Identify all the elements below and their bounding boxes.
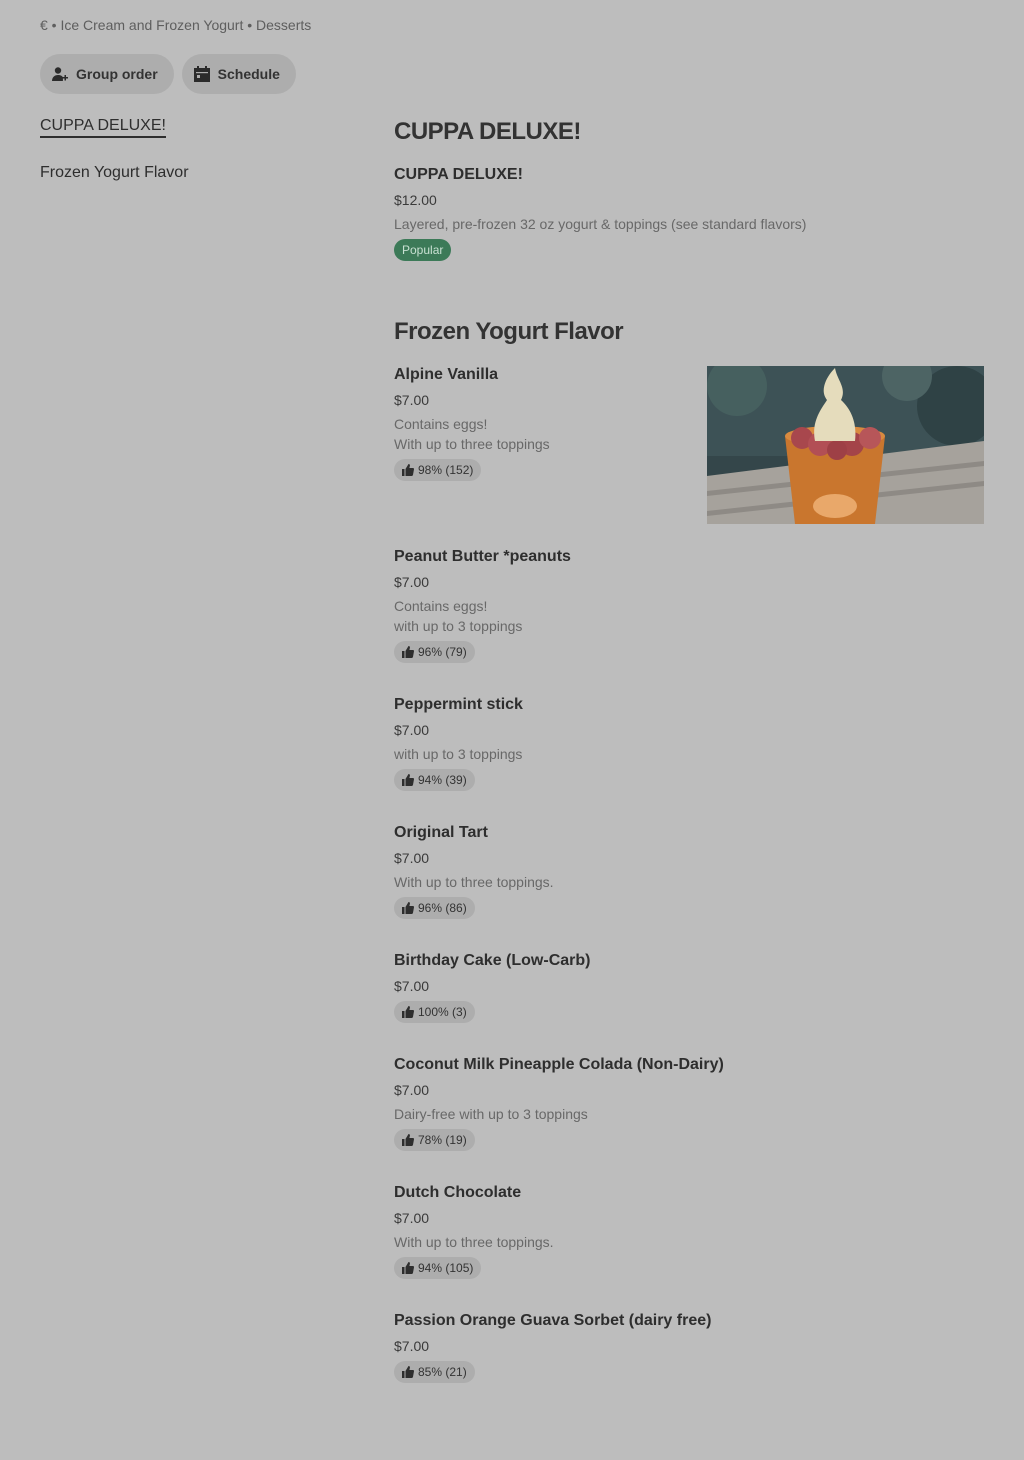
thumbs-up-icon bbox=[402, 1262, 414, 1274]
item-name: Passion Orange Guava Sorbet (dairy free) bbox=[394, 1312, 712, 1329]
section-title-cuppa-deluxe: CUPPA DELUXE! bbox=[394, 118, 581, 145]
item-description-line: with up to 3 toppings bbox=[394, 618, 523, 634]
frozen-yogurt-photo bbox=[707, 366, 984, 524]
rating-text: 96% (86) bbox=[418, 901, 467, 915]
item-description-line: Dairy-free with up to 3 toppings bbox=[394, 1106, 588, 1122]
item-name: Peppermint stick bbox=[394, 696, 523, 713]
rating-text: 100% (3) bbox=[418, 1005, 467, 1019]
item-description-line: Contains eggs! bbox=[394, 416, 488, 432]
item-name: Dutch Chocolate bbox=[394, 1184, 522, 1201]
schedule-label: Schedule bbox=[217, 66, 280, 82]
item-photo-alpine-vanilla[interactable] bbox=[707, 366, 984, 524]
menu-item[interactable]: Alpine Vanilla $7.00 Contains eggs! With… bbox=[394, 365, 694, 481]
rating-badge: 78% (19) bbox=[394, 1129, 475, 1151]
item-description: With up to three toppings. bbox=[394, 1232, 984, 1252]
rating-text: 85% (21) bbox=[418, 1365, 467, 1379]
rating-badge: 100% (3) bbox=[394, 1001, 475, 1023]
menu-item[interactable]: Peanut Butter *peanuts $7.00 Contains eg… bbox=[394, 547, 984, 663]
item-name: Alpine Vanilla bbox=[394, 366, 499, 383]
rating-badge: 94% (105) bbox=[394, 1257, 482, 1279]
thumbs-up-icon bbox=[402, 1134, 414, 1146]
item-price: $7.00 bbox=[394, 978, 430, 994]
item-description-line: Contains eggs! bbox=[394, 598, 488, 614]
item-price: $7.00 bbox=[394, 574, 430, 590]
rating-badge: 85% (21) bbox=[394, 1361, 475, 1383]
item-price: $7.00 bbox=[394, 1338, 430, 1354]
add-person-icon bbox=[52, 67, 68, 81]
store-meta: € • Ice Cream and Frozen Yogurt • Desser… bbox=[40, 17, 312, 33]
menu-item[interactable]: Birthday Cake (Low-Carb) $7.00 100% (3) bbox=[394, 951, 984, 1023]
item-description: Contains eggs! With up to three toppings bbox=[394, 414, 694, 454]
menu-sidebar: CUPPA DELUXE! Frozen Yogurt Flavor bbox=[40, 117, 340, 182]
rating-text: 78% (19) bbox=[418, 1133, 467, 1147]
item-price: $7.00 bbox=[394, 1210, 430, 1226]
rating-badge: 96% (86) bbox=[394, 897, 475, 919]
thumbs-up-icon bbox=[402, 1366, 414, 1378]
item-price: $7.00 bbox=[394, 392, 430, 408]
item-name: Birthday Cake (Low-Carb) bbox=[394, 952, 591, 969]
item-description-line: With up to three toppings. bbox=[394, 1234, 554, 1250]
store-actions: Group order Schedule bbox=[40, 54, 296, 94]
thumbs-up-icon bbox=[402, 1006, 414, 1018]
item-name: Original Tart bbox=[394, 824, 488, 841]
item-name: CUPPA DELUXE! bbox=[394, 166, 523, 183]
rating-text: 94% (105) bbox=[418, 1261, 474, 1275]
item-name: Peanut Butter *peanuts bbox=[394, 548, 571, 565]
sidebar-item-cuppa-deluxe[interactable]: CUPPA DELUXE! bbox=[40, 117, 166, 138]
item-description: Contains eggs! with up to 3 toppings bbox=[394, 596, 984, 636]
menu-item[interactable]: Passion Orange Guava Sorbet (dairy free)… bbox=[394, 1311, 984, 1383]
schedule-button[interactable]: Schedule bbox=[181, 54, 296, 94]
thumbs-up-icon bbox=[402, 646, 414, 658]
menu-item[interactable]: CUPPA DELUXE! $12.00 Layered, pre-frozen… bbox=[394, 165, 984, 261]
menu-item[interactable]: Coconut Milk Pineapple Colada (Non-Dairy… bbox=[394, 1055, 984, 1151]
popular-badge: Popular bbox=[394, 239, 452, 261]
item-description-line: With up to three toppings bbox=[394, 436, 550, 452]
rating-badge: 94% (39) bbox=[394, 769, 475, 791]
item-description-line: With up to three toppings. bbox=[394, 874, 554, 890]
thumbs-up-icon bbox=[402, 464, 414, 476]
item-description: Dairy-free with up to 3 toppings bbox=[394, 1104, 984, 1124]
rating-badge: 98% (152) bbox=[394, 459, 482, 481]
item-description-line: with up to 3 toppings bbox=[394, 746, 523, 762]
thumbs-up-icon bbox=[402, 902, 414, 914]
group-order-button[interactable]: Group order bbox=[40, 54, 174, 94]
rating-badge: 96% (79) bbox=[394, 641, 475, 663]
item-description-line: Layered, pre-frozen 32 oz yogurt & toppi… bbox=[394, 216, 807, 232]
item-description: With up to three toppings. bbox=[394, 872, 984, 892]
rating-text: 94% (39) bbox=[418, 773, 467, 787]
section-title-frozen-yogurt-flavor: Frozen Yogurt Flavor bbox=[394, 318, 624, 345]
thumbs-up-icon bbox=[402, 774, 414, 786]
item-description: with up to 3 toppings bbox=[394, 744, 984, 764]
item-description: Layered, pre-frozen 32 oz yogurt & toppi… bbox=[394, 214, 984, 234]
item-name: Coconut Milk Pineapple Colada (Non-Dairy… bbox=[394, 1056, 724, 1073]
item-price: $7.00 bbox=[394, 850, 430, 866]
group-order-label: Group order bbox=[76, 66, 158, 82]
rating-text: 98% (152) bbox=[418, 463, 474, 477]
menu-item[interactable]: Dutch Chocolate $7.00 With up to three t… bbox=[394, 1183, 984, 1279]
item-price: $7.00 bbox=[394, 1082, 430, 1098]
item-price: $12.00 bbox=[394, 192, 437, 208]
calendar-icon bbox=[193, 66, 210, 82]
menu-item[interactable]: Peppermint stick $7.00 with up to 3 topp… bbox=[394, 695, 984, 791]
sidebar-item-frozen-yogurt-flavor[interactable]: Frozen Yogurt Flavor bbox=[40, 164, 340, 182]
item-price: $7.00 bbox=[394, 722, 430, 738]
menu-item[interactable]: Original Tart $7.00 With up to three top… bbox=[394, 823, 984, 919]
rating-text: 96% (79) bbox=[418, 645, 467, 659]
